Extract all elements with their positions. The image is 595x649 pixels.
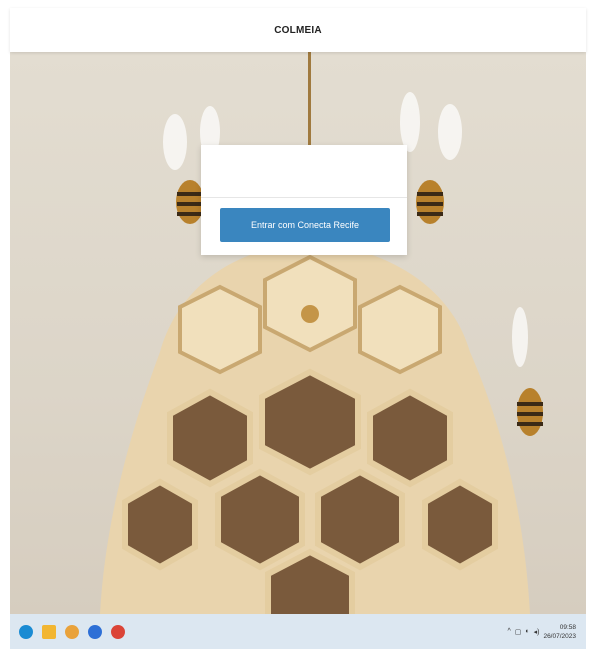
z-app-icon[interactable] <box>88 624 102 639</box>
clock-time: 09:58 <box>559 623 576 631</box>
tray-app-icon[interactable]: ▢ <box>515 628 522 636</box>
app-title: COLMEIA <box>274 24 322 36</box>
file-explorer-icon[interactable] <box>42 624 56 639</box>
conecta-recife-login-button[interactable]: Entrar com Conecta Recife <box>220 208 390 242</box>
beehive-illustration <box>100 52 543 614</box>
app-header: COLMEIA <box>10 8 586 52</box>
browser-icon[interactable] <box>19 624 33 639</box>
login-card: Entrar com Conecta Recife <box>201 145 407 255</box>
clock-date: 26/07/2023 <box>543 632 576 640</box>
browser-viewport: COLMEIA Entrar com Conecta Recife ^ ▢ ◐ … <box>10 8 586 649</box>
tray-overflow-icon[interactable]: ^ <box>507 628 510 635</box>
clock[interactable]: 09:58 26/07/2023 <box>543 623 576 641</box>
chrome-alt-icon[interactable] <box>111 624 125 639</box>
chrome-icon[interactable] <box>65 624 79 639</box>
network-icon[interactable]: ◐ <box>525 628 529 635</box>
system-tray: ^ ▢ ◐ ◂) 09:58 26/07/2023 <box>507 614 576 649</box>
volume-icon[interactable]: ◂) <box>534 628 540 636</box>
windows-taskbar: ^ ▢ ◐ ◂) 09:58 26/07/2023 <box>10 614 586 649</box>
login-card-header <box>201 145 407 198</box>
background-illustration: Entrar com Conecta Recife <box>10 52 586 614</box>
